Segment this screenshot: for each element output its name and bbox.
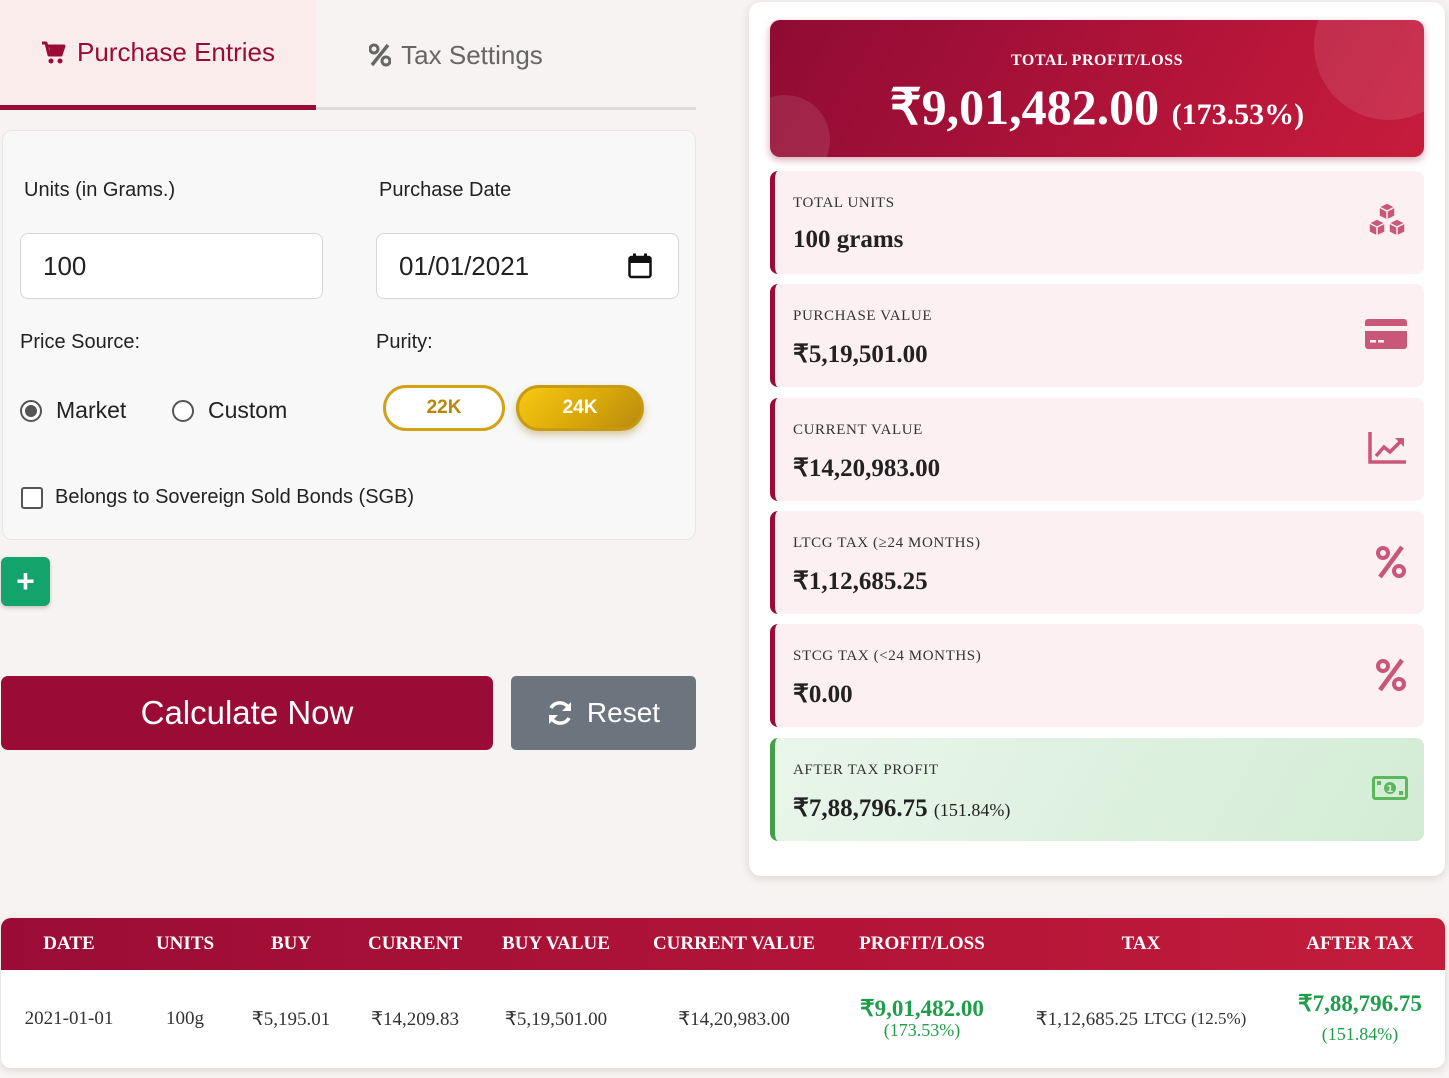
percent-icon: [1376, 658, 1406, 692]
cell-profit-loss: ₹9,01,482.00 (173.53%): [837, 970, 1007, 1068]
stat-total-units: TOTAL UNITS 100 grams: [770, 171, 1424, 274]
purity-label: Purity:: [376, 331, 433, 353]
th-buy: BUY: [270, 933, 312, 954]
cell-date: 2021-01-01: [24, 1008, 114, 1029]
th-units: UNITS: [155, 933, 215, 954]
table-row: 2021-01-01 100g ₹5,195.01 ₹14,209.83 ₹5,…: [1, 970, 1445, 1068]
radio-market-dot[interactable]: [20, 399, 42, 422]
cell-tax: ₹1,12,685.25 LTCG (12.5%): [1007, 970, 1275, 1068]
radio-custom[interactable]: Custom: [172, 397, 287, 424]
purchase-date-input[interactable]: 01/01/2021: [376, 233, 679, 299]
units-input[interactable]: 100: [20, 233, 323, 299]
reset-label: Reset: [586, 697, 661, 728]
cell-buy-value: ₹5,19,501.00: [504, 1008, 608, 1030]
after-tax-percent: (151.84%): [933, 800, 1011, 820]
radio-custom-dot[interactable]: [172, 399, 194, 422]
tab-purchase-label: Purchase Entries: [77, 37, 275, 67]
tab-tax-settings[interactable]: Tax Settings: [316, 0, 596, 110]
stat-current-value: CURRENT VALUE ₹14,20,983.00: [770, 398, 1424, 501]
stat-label: LTCG TAX (≥24 MONTHS): [793, 535, 981, 551]
calculate-button[interactable]: Calculate Now: [1, 676, 493, 750]
th-tax: TAX: [1121, 933, 1161, 954]
tax-amount: ₹1,12,685.25: [1035, 1008, 1139, 1030]
stat-value: ₹7,88,796.75 (151.84%): [793, 793, 1010, 823]
purchase-date-value: 01/01/2021: [399, 250, 530, 281]
refresh-icon: [548, 701, 571, 725]
stat-label: STCG TAX (<24 MONTHS): [793, 648, 982, 664]
total-profit-card: TOTAL PROFIT/LOSS ₹9,01,482.00 (173.53%): [770, 20, 1424, 157]
credit-card-icon: [1365, 319, 1407, 349]
radio-market[interactable]: Market: [20, 397, 126, 424]
percent-icon: [1376, 545, 1406, 579]
percent-icon: [369, 43, 392, 67]
purity-22k-button[interactable]: 22K: [383, 385, 505, 431]
stat-label: AFTER TAX PROFIT: [793, 762, 939, 778]
stat-after-tax-profit: AFTER TAX PROFIT ₹7,88,796.75 (151.84%) …: [770, 738, 1424, 841]
table-header: DATE UNITS BUY CURRENT BUY VALUE CURRENT…: [1, 918, 1445, 970]
tab-purchase-entries[interactable]: Purchase Entries: [0, 0, 316, 110]
radio-custom-label: Custom: [208, 397, 288, 423]
reset-button[interactable]: Reset: [511, 676, 696, 750]
tax-note: LTCG (12.5%): [1144, 1009, 1247, 1028]
units-label: Units (in Grams.): [24, 179, 176, 201]
units-input-value: 100: [43, 250, 87, 281]
th-current: CURRENT: [368, 933, 462, 954]
stat-value: ₹5,19,501.00: [793, 341, 928, 368]
stat-value: ₹14,20,983.00: [793, 455, 941, 482]
th-current-value: CURRENT VALUE: [652, 933, 816, 954]
purity-24k-button[interactable]: 24K: [516, 385, 644, 431]
stat-value: ₹0.00: [793, 681, 853, 708]
total-profit-percent: (173.53%): [1171, 98, 1305, 131]
total-profit-value: ₹9,01,482.00 (173.53%): [770, 78, 1424, 136]
after-tax-amount: ₹7,88,796.75: [793, 795, 928, 822]
stat-label: PURCHASE VALUE: [793, 308, 933, 324]
th-buy-value: BUY VALUE: [502, 933, 610, 954]
svg-text:1: 1: [1387, 784, 1394, 795]
cubes-icon: [1368, 202, 1406, 237]
money-bill-icon: 1: [1372, 776, 1408, 800]
stat-stcg-tax: STCG TAX (<24 MONTHS) ₹0.00: [770, 624, 1424, 727]
cell-buy: ₹5,195.01: [251, 1008, 331, 1030]
cell-units: 100g: [166, 1008, 204, 1029]
entries-table: DATE UNITS BUY CURRENT BUY VALUE CURRENT…: [1, 918, 1445, 1068]
stat-ltcg-tax: LTCG TAX (≥24 MONTHS) ₹1,12,685.25: [770, 511, 1424, 614]
chart-line-icon: [1368, 432, 1406, 464]
sgb-checkbox[interactable]: Belongs to Sovereign Sold Bonds (SGB): [21, 486, 414, 509]
after-tax-amount: ₹7,88,796.75: [1298, 991, 1422, 1016]
sgb-checkbox-box[interactable]: [21, 486, 43, 509]
stat-purchase-value: PURCHASE VALUE ₹5,19,501.00: [770, 284, 1424, 387]
tab-bar: Purchase Entries Tax Settings: [0, 0, 696, 110]
purchase-entry-card: Units (in Grams.) Purchase Date 100 01/0…: [2, 130, 696, 540]
profit-amount: ₹9,01,482.00: [860, 996, 984, 1021]
stat-label: CURRENT VALUE: [793, 422, 923, 438]
purchase-date-label: Purchase Date: [379, 179, 512, 201]
th-after-tax: AFTER TAX: [1306, 933, 1414, 954]
total-profit-label: TOTAL PROFIT/LOSS: [1011, 52, 1183, 69]
calendar-icon[interactable]: [628, 253, 652, 279]
price-source-label: Price Source:: [20, 331, 141, 353]
stat-label: TOTAL UNITS: [793, 195, 895, 211]
total-profit-amount: ₹9,01,482.00: [889, 79, 1160, 135]
after-tax-percent: (151.84%): [1321, 1024, 1399, 1044]
cell-current-value: ₹14,20,983.00: [678, 1008, 790, 1030]
th-profit-loss: PROFIT/LOSS: [859, 933, 985, 954]
cell-current: ₹14,209.83: [370, 1008, 460, 1030]
stat-value: 100 grams: [793, 226, 904, 253]
profit-percent: (173.53%): [883, 1020, 961, 1040]
cell-after-tax: ₹7,88,796.75 (151.84%): [1275, 970, 1445, 1068]
shopping-cart-icon: [42, 41, 66, 63]
tab-tax-label: Tax Settings: [401, 39, 543, 70]
add-entry-button[interactable]: +: [1, 557, 50, 606]
radio-market-label: Market: [56, 397, 127, 423]
stat-value: ₹1,12,685.25: [793, 568, 928, 595]
sgb-checkbox-label: Belongs to Sovereign Sold Bonds (SGB): [55, 486, 415, 508]
th-date: DATE: [43, 933, 95, 954]
